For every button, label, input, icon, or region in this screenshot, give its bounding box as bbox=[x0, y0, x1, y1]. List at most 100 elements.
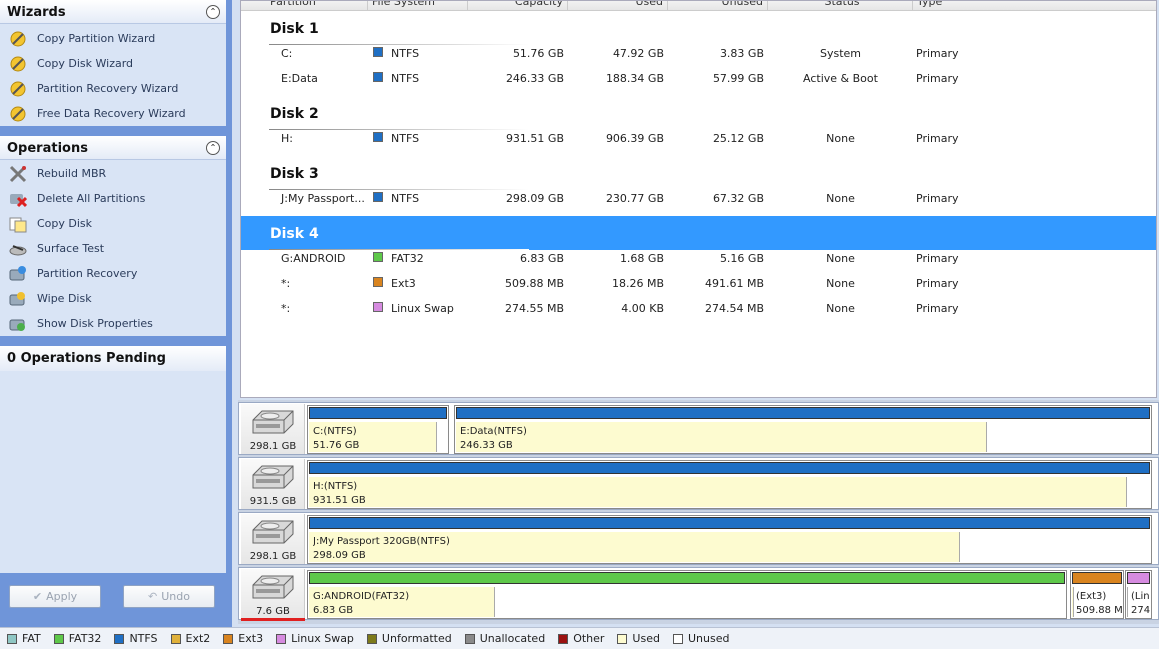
partition-size: 246.33 GB bbox=[460, 440, 513, 451]
status: Active & Boot bbox=[803, 72, 878, 85]
table-row[interactable]: E:Data NTFS 246.33 GB 188.34 GB 57.99 GB Acti… bbox=[241, 66, 1156, 91]
unused: 57.99 GB bbox=[712, 72, 764, 85]
disk-header[interactable]: Disk 4 bbox=[241, 216, 1156, 250]
status: None bbox=[826, 192, 855, 205]
unused: 274.54 MB bbox=[704, 302, 764, 315]
used: 230.77 GB bbox=[605, 192, 664, 205]
item-label: Partition Recovery bbox=[37, 267, 138, 280]
table-row[interactable]: H: NTFS 931.51 GB 906.39 GB 25.12 GB None Prim… bbox=[241, 126, 1156, 151]
partition-title: H:(NTFS) bbox=[313, 481, 358, 492]
unused: 491.61 MB bbox=[704, 277, 764, 290]
operations-header[interactable]: Operations ⌃ bbox=[0, 136, 226, 160]
disk-drive-icon[interactable]: 298.1 GB bbox=[241, 514, 305, 564]
surface-test[interactable]: Surface Test bbox=[0, 236, 226, 261]
fs-color-bar bbox=[1072, 572, 1122, 584]
partition-recovery-wizard[interactable]: Partition Recovery Wizard bbox=[0, 76, 226, 101]
col-type[interactable]: Type bbox=[913, 1, 1156, 11]
fs-color-swatch bbox=[373, 252, 383, 262]
partition-block[interactable]: J:My Passport 320GB(NTFS) 298.09 GB bbox=[307, 515, 1152, 564]
partition-title: (Lin bbox=[1131, 591, 1150, 602]
disk-header[interactable]: Disk 1 bbox=[241, 11, 1156, 45]
disk-row[interactable]: 931.5 GB H:(NTFS) 931.51 GB bbox=[238, 457, 1159, 510]
copy-disk-wizard[interactable]: Copy Disk Wizard bbox=[0, 51, 226, 76]
item-label: Wipe Disk bbox=[37, 292, 92, 305]
used: 1.68 GB bbox=[619, 252, 664, 265]
partition-size: 509.88 MB bbox=[1076, 605, 1122, 616]
free-data-recovery-wizard[interactable]: Free Data Recovery Wizard bbox=[0, 101, 226, 126]
col-file-system[interactable]: File System bbox=[368, 1, 468, 11]
used: 18.26 MB bbox=[611, 277, 664, 290]
legend-swatch bbox=[672, 633, 683, 644]
copy-disk[interactable]: Copy Disk bbox=[0, 211, 226, 236]
partition-label: H:(NTFS) 931.51 GB bbox=[313, 480, 1150, 508]
partition-block[interactable]: H:(NTFS) 931.51 GB bbox=[307, 460, 1152, 509]
legend-item: Unformatted bbox=[366, 632, 452, 645]
legend-swatch bbox=[464, 633, 475, 644]
apply-button[interactable]: ✔ Apply bbox=[9, 585, 101, 608]
status: System bbox=[819, 47, 862, 60]
partition-block[interactable]: (Ext3) 509.88 MB bbox=[1070, 570, 1124, 619]
disk-row[interactable]: 298.1 GB J:My Passport 320GB(NTFS) 298.09 … bbox=[238, 512, 1159, 565]
partition-size: 298.09 GB bbox=[313, 550, 366, 561]
fs-color-bar bbox=[456, 407, 1150, 419]
legend-item: Unallocated bbox=[464, 632, 545, 645]
wizards-header[interactable]: Wizards ⌃ bbox=[0, 0, 226, 24]
table-row[interactable]: J:My Passport... NTFS 298.09 GB 230.77 GB 67… bbox=[241, 186, 1156, 211]
partition-block[interactable]: (Lin 274 bbox=[1125, 570, 1152, 619]
partition-block[interactable]: C:(NTFS) 51.76 GB bbox=[307, 405, 449, 454]
legend-label: Unused bbox=[687, 632, 730, 645]
wipe-disk-icon bbox=[8, 290, 28, 308]
table-row[interactable]: G:ANDROID FAT32 6.83 GB 1.68 GB 5.16 GB None P… bbox=[241, 246, 1156, 271]
table-row[interactable]: C: NTFS 51.76 GB 47.92 GB 3.83 GB System Prima… bbox=[241, 41, 1156, 66]
undo-button[interactable]: ↶ Undo bbox=[123, 585, 215, 608]
used-space bbox=[1072, 587, 1074, 617]
partition-name: H: bbox=[281, 132, 293, 145]
capacity: 509.88 MB bbox=[504, 277, 564, 290]
table-row[interactable]: *: Ext3 509.88 MB 18.26 MB 491.61 MB None Prim… bbox=[241, 271, 1156, 296]
legend-label: Ext3 bbox=[238, 632, 264, 645]
disk-row[interactable]: 298.1 GB C:(NTFS) 51.76 GB E:Data(NTFS) 246.… bbox=[238, 402, 1159, 455]
fs-color-swatch bbox=[373, 192, 383, 202]
disk-drive-icon[interactable]: 7.6 GB bbox=[241, 569, 305, 621]
collapse-icon[interactable]: ⌃ bbox=[206, 141, 220, 155]
delete-all-partitions[interactable]: Delete All Partitions bbox=[0, 186, 226, 211]
rebuild-mbr[interactable]: Rebuild MBR bbox=[0, 161, 226, 186]
partition-recovery[interactable]: Partition Recovery bbox=[0, 261, 226, 286]
show-disk-properties[interactable]: Show Disk Properties bbox=[0, 311, 226, 336]
hard-drive-icon bbox=[252, 520, 293, 544]
partition-block[interactable]: G:ANDROID(FAT32) 6.83 GB bbox=[307, 570, 1067, 619]
col-status[interactable]: Status bbox=[768, 1, 913, 11]
legend-label: Ext2 bbox=[185, 632, 211, 645]
undo-label: Undo bbox=[161, 590, 190, 603]
collapse-icon[interactable]: ⌃ bbox=[206, 5, 220, 19]
file-system: NTFS bbox=[391, 47, 420, 60]
disk-row[interactable]: 7.6 GB G:ANDROID(FAT32) 6.83 GB (Ext3) 509.8… bbox=[238, 567, 1159, 621]
item-label: Partition Recovery Wizard bbox=[37, 82, 179, 95]
copy-partition-wizard[interactable]: Copy Partition Wizard bbox=[0, 26, 226, 51]
col-unused[interactable]: Unused bbox=[668, 1, 768, 11]
disk-drive-icon[interactable]: 931.5 GB bbox=[241, 459, 305, 509]
item-label: Surface Test bbox=[37, 242, 105, 255]
item-label: Delete All Partitions bbox=[37, 192, 146, 205]
item-label: Copy Partition Wizard bbox=[37, 32, 156, 45]
disk-header[interactable]: Disk 2 bbox=[241, 96, 1156, 130]
wipe-disk[interactable]: Wipe Disk bbox=[0, 286, 226, 311]
col-used[interactable]: Used bbox=[568, 1, 668, 11]
partition-block[interactable]: E:Data(NTFS) 246.33 GB bbox=[454, 405, 1152, 454]
disk-drive-icon[interactable]: 298.1 GB bbox=[241, 404, 305, 454]
recovery-icon bbox=[8, 265, 28, 283]
undo-icon: ↶ bbox=[148, 590, 158, 603]
table-row[interactable]: *: Linux Swap 274.55 MB 4.00 KB 274.54 MB Non… bbox=[241, 296, 1156, 321]
operations-pending-header[interactable]: 0 Operations Pending bbox=[0, 346, 226, 371]
legend-item: Ext3 bbox=[223, 632, 263, 645]
legend-label: FAT32 bbox=[68, 632, 102, 645]
disk-header[interactable]: Disk 3 bbox=[241, 156, 1156, 190]
col-capacity[interactable]: Capacity bbox=[468, 1, 568, 11]
selected-disk-marker bbox=[241, 618, 305, 621]
partition-name: C: bbox=[281, 47, 293, 60]
wizards-list: Copy Partition Wizard Copy Disk Wizard P… bbox=[0, 24, 226, 126]
partition-size: 6.83 GB bbox=[313, 605, 354, 616]
pending-title: 0 Operations Pending bbox=[7, 351, 166, 366]
col-partition[interactable]: Partition bbox=[241, 1, 368, 11]
legend-label: Other bbox=[573, 632, 605, 645]
